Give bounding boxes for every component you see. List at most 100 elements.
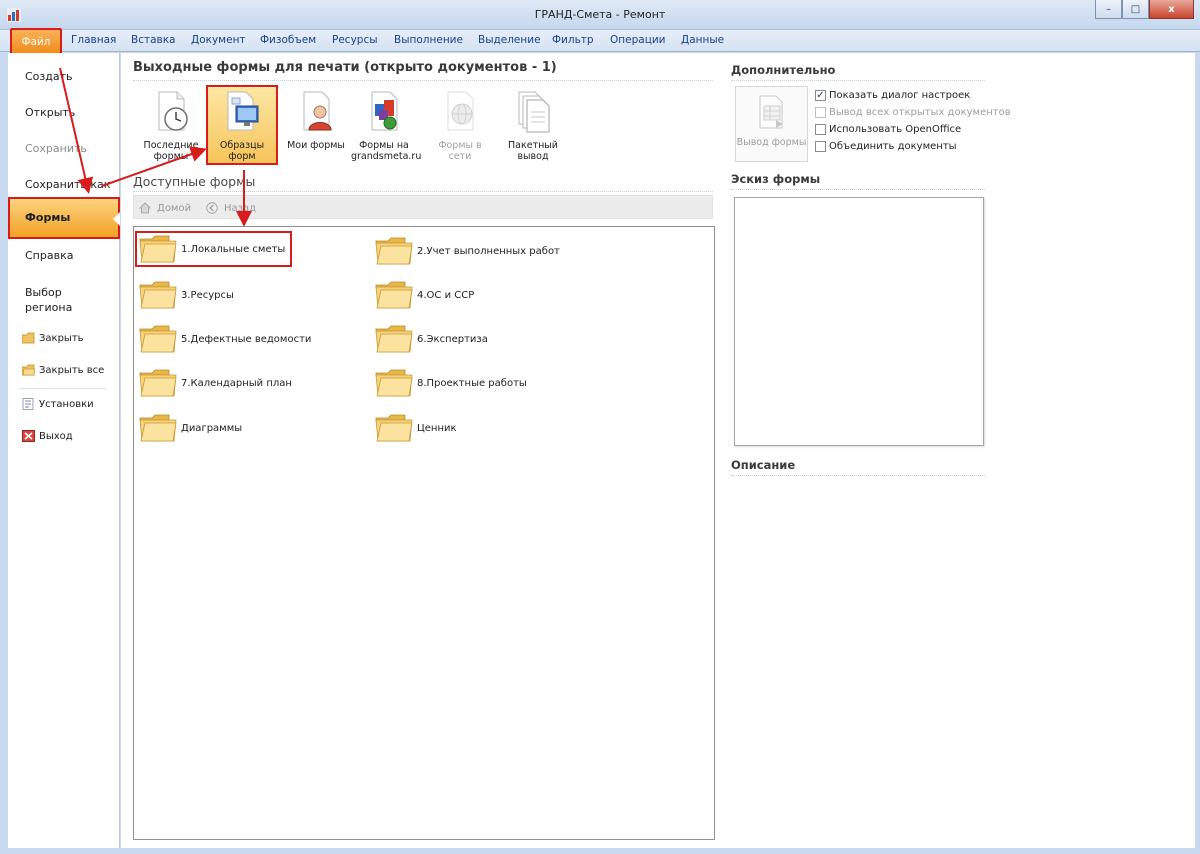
menu-close-all-label: Закрыть все bbox=[39, 364, 105, 376]
folder-label: 5.Дефектные ведомости bbox=[181, 333, 312, 345]
checkbox-merge-docs[interactable] bbox=[815, 141, 826, 152]
window-title: ГРАНД-Смета - Ремонт bbox=[534, 8, 666, 21]
web-forms-line2: grandsmeta.ru bbox=[351, 151, 422, 162]
menu-settings[interactable]: Установки bbox=[22, 398, 94, 410]
tab-file[interactable]: Файл bbox=[10, 28, 62, 56]
menu-help[interactable]: Справка bbox=[25, 249, 73, 262]
back-button[interactable]: Назад bbox=[206, 202, 256, 214]
tab-operations[interactable]: Операции bbox=[610, 34, 665, 46]
option-all-open-docs[interactable]: Вывод всех открытых документов bbox=[815, 107, 1011, 118]
folder-os-ssr[interactable]: 4.ОС и ССР bbox=[375, 281, 474, 309]
folder-label: 6.Экспертиза bbox=[417, 333, 488, 345]
option-merge-docs[interactable]: Объединить документы bbox=[815, 141, 957, 152]
home-button[interactable]: Домой bbox=[139, 202, 191, 214]
form-samples-button[interactable]: Образцы форм bbox=[206, 85, 278, 165]
folder-calendar-plan[interactable]: 7.Календарный план bbox=[139, 369, 292, 397]
batch-output-line1: Пакетный bbox=[508, 140, 558, 151]
folder-icon bbox=[139, 235, 177, 263]
close-icon[interactable]: x bbox=[1149, 0, 1194, 19]
menu-close-all[interactable]: Закрыть все bbox=[22, 364, 104, 376]
output-form-button[interactable]: Вывод формы bbox=[735, 86, 808, 162]
recent-forms-line1: Последние bbox=[143, 140, 199, 151]
tab-insert[interactable]: Вставка bbox=[131, 34, 176, 46]
checkbox-use-openoffice[interactable] bbox=[815, 124, 826, 135]
option-use-openoffice[interactable]: Использовать OpenOffice bbox=[815, 124, 961, 135]
folder-icon bbox=[375, 414, 413, 442]
available-divider bbox=[133, 191, 713, 192]
tab-selection[interactable]: Выделение bbox=[478, 34, 541, 46]
menu-save[interactable]: Сохранить bbox=[25, 142, 87, 155]
title-divider bbox=[133, 80, 713, 81]
menu-region[interactable]: Выбор региона bbox=[25, 285, 72, 315]
option-label: Показать диалог настроек bbox=[829, 90, 971, 101]
available-forms-title: Доступные формы bbox=[133, 174, 256, 189]
tab-data[interactable]: Данные bbox=[681, 34, 724, 46]
recent-forms-button[interactable]: Последние формы bbox=[138, 90, 204, 162]
menu-forms-label: Формы bbox=[25, 211, 71, 224]
folder-expertise[interactable]: 6.Экспертиза bbox=[375, 325, 488, 353]
batch-output-line2: вывод bbox=[517, 151, 549, 162]
folder-close-icon bbox=[22, 332, 35, 344]
settings-icon bbox=[22, 398, 34, 410]
home-icon bbox=[139, 202, 151, 214]
recent-forms-line2: формы bbox=[153, 151, 189, 162]
backstage-content: Выходные формы для печати (открыто докум… bbox=[121, 53, 1195, 848]
forms-folder-list[interactable]: 1.Локальные сметы 2.Учет выполненных раб… bbox=[133, 226, 715, 840]
folder-diagrams[interactable]: Диаграммы bbox=[139, 414, 242, 442]
checkbox-all-open-docs[interactable] bbox=[815, 107, 826, 118]
menu-open[interactable]: Открыть bbox=[25, 106, 75, 119]
tab-resources[interactable]: Ресурсы bbox=[332, 34, 378, 46]
web-forms-button[interactable]: Формы на grandsmeta.ru bbox=[351, 90, 422, 162]
print-forms-title: Выходные формы для печати (открыто докум… bbox=[133, 60, 557, 75]
home-label: Домой bbox=[157, 202, 192, 214]
tab-filter[interactable]: Фильтр bbox=[552, 34, 594, 46]
form-samples-line1: Образцы bbox=[219, 140, 265, 151]
folder-label: 3.Ресурсы bbox=[181, 289, 234, 301]
folder-defect-lists[interactable]: 5.Дефектные ведомости bbox=[139, 325, 311, 353]
minimize-icon[interactable]: – bbox=[1095, 0, 1122, 19]
batch-output-button[interactable]: Пакетный вывод bbox=[500, 90, 566, 162]
folder-work-accounting[interactable]: 2.Учет выполненных работ bbox=[375, 237, 560, 265]
web-forms-icon bbox=[371, 91, 398, 131]
menu-exit-label: Выход bbox=[39, 430, 73, 442]
description-title: Описание bbox=[731, 458, 796, 472]
web-forms-line1: Формы на bbox=[359, 140, 409, 151]
tab-home[interactable]: Главная bbox=[71, 34, 116, 46]
folder-price-tag[interactable]: Ценник bbox=[375, 414, 457, 442]
maximize-icon[interactable]: □ bbox=[1122, 0, 1149, 19]
option-label: Использовать OpenOffice bbox=[829, 124, 962, 135]
folder-design-works[interactable]: 8.Проектные работы bbox=[375, 369, 527, 397]
menu-region-line1: Выбор bbox=[25, 286, 62, 299]
back-arrow-icon bbox=[206, 202, 218, 214]
menu-region-line2: региона bbox=[25, 301, 73, 314]
menu-save-as[interactable]: Сохранить как bbox=[25, 178, 110, 191]
my-forms-button[interactable]: Мои формы bbox=[283, 90, 349, 151]
network-forms-button[interactable]: Формы в сети bbox=[427, 90, 493, 162]
folder-label: Ценник bbox=[417, 422, 457, 434]
folder-resources[interactable]: 3.Ресурсы bbox=[139, 281, 234, 309]
menu-create[interactable]: Создать bbox=[25, 70, 73, 83]
backstage-menu: Создать Открыть Сохранить Сохранить как … bbox=[8, 53, 120, 848]
description-divider bbox=[731, 475, 985, 476]
folder-icon bbox=[375, 237, 413, 265]
tab-document[interactable]: Документ bbox=[191, 34, 246, 46]
form-samples-icon bbox=[227, 91, 259, 131]
ribbon-tab-bar: Главная Вставка Документ Физобъем Ресурс… bbox=[0, 30, 1200, 52]
output-form-icon bbox=[759, 95, 783, 129]
folder-icon bbox=[375, 369, 413, 397]
menu-forms[interactable]: Формы bbox=[8, 197, 120, 239]
form-sketch-preview bbox=[734, 197, 984, 446]
folder-label: 2.Учет выполненных работ bbox=[417, 245, 560, 257]
tab-execution[interactable]: Выполнение bbox=[394, 34, 463, 46]
menu-close[interactable]: Закрыть bbox=[22, 332, 84, 344]
network-forms-icon bbox=[447, 91, 474, 131]
tab-physical-volume[interactable]: Физобъем bbox=[260, 34, 316, 46]
folder-label: Диаграммы bbox=[181, 422, 243, 434]
folder-local-estimates[interactable]: 1.Локальные сметы bbox=[135, 231, 293, 267]
folder-label: 4.ОС и ССР bbox=[417, 289, 475, 301]
option-label: Объединить документы bbox=[829, 141, 957, 152]
menu-exit[interactable]: Выход bbox=[22, 430, 73, 442]
option-show-settings[interactable]: ✓ Показать диалог настроек bbox=[815, 90, 970, 101]
checkbox-show-settings[interactable]: ✓ bbox=[815, 90, 826, 101]
menu-settings-label: Установки bbox=[39, 398, 94, 410]
